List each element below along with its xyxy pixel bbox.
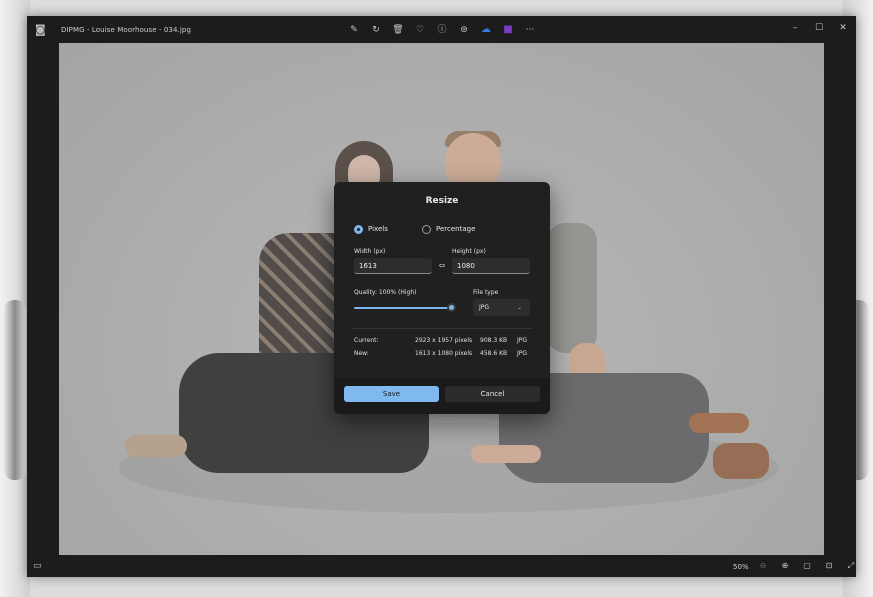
percentage-option[interactable]: Percentage (422, 223, 475, 235)
delete-icon[interactable]: 🗑 (391, 23, 405, 37)
photos-app-icon: ◙ (35, 23, 46, 36)
quality-slider-thumb[interactable] (447, 303, 456, 312)
pixels-radio[interactable] (354, 224, 363, 234)
background-figure-left (4, 300, 26, 480)
new-label: New: (354, 350, 369, 357)
window-controls: – ☐ ✕ (788, 21, 850, 35)
zoom-controls: ⊖ ⊕ ▢ ⊡ ⤢ (757, 560, 857, 572)
image-toolbar: ✎ ↻ 🗑 ♡ ⓘ ⊜ ☁ ■ ··· (347, 23, 537, 37)
more-icon[interactable]: ··· (523, 23, 537, 37)
quality-slider-track[interactable] (354, 307, 452, 309)
rotate-icon[interactable]: ↻ (369, 23, 383, 37)
resize-dialog: Resize Pixels Percentage Width (px) 1613… (334, 182, 550, 414)
file-type-value: JPG (479, 304, 490, 311)
clipchamp-icon[interactable]: ■ (501, 23, 515, 37)
edit-with-icon[interactable]: ⊜ (457, 23, 471, 37)
zoom-out-icon[interactable]: ⊖ (757, 560, 769, 572)
current-dimensions: 2923 x 1957 pixels (415, 337, 473, 344)
height-label: Height (px) (452, 248, 486, 255)
dialog-title: Resize (425, 196, 459, 206)
height-input[interactable]: 1080 (452, 258, 530, 274)
width-label: Width (px) (354, 248, 386, 255)
dialog-footer: Save Cancel (334, 378, 550, 414)
new-size: 458.6 KB (480, 350, 508, 357)
new-dimensions: 1613 x 1080 pixels (415, 350, 473, 357)
heart-icon[interactable]: ♡ (413, 23, 427, 37)
link-aspect-icon[interactable]: ⇔ (437, 261, 447, 271)
save-button[interactable]: Save (344, 386, 439, 402)
maximize-icon[interactable]: ☐ (812, 21, 826, 35)
file-type-select[interactable]: JPG ⌄ (473, 299, 530, 316)
zoom-level: 50% (733, 563, 749, 571)
filmstrip-icon[interactable]: ▭ (33, 560, 45, 572)
window-title: DIPMG - Louise Moorhouse - 034.jpg (61, 26, 191, 34)
status-bar: ▭ 50% ⊖ ⊕ ▢ ⊡ ⤢ (27, 556, 856, 577)
current-label: Current: (354, 337, 379, 344)
edit-icon[interactable]: ✎ (347, 23, 361, 37)
fit-icon[interactable]: ⊡ (823, 560, 835, 572)
actual-size-icon[interactable]: ▢ (801, 560, 813, 572)
onedrive-icon[interactable]: ☁ (479, 23, 493, 37)
new-type: JPG (517, 350, 528, 357)
current-size: 908.3 KB (480, 337, 508, 344)
info-icon[interactable]: ⓘ (435, 23, 449, 37)
cancel-button[interactable]: Cancel (445, 386, 540, 402)
percentage-radio[interactable] (422, 224, 431, 234)
pixels-option[interactable]: Pixels (354, 223, 388, 235)
close-icon[interactable]: ✕ (836, 21, 850, 35)
fullscreen-icon[interactable]: ⤢ (845, 560, 857, 572)
title-bar: ◙ DIPMG - Louise Moorhouse - 034.jpg ✎ ↻… (27, 16, 856, 44)
quality-label: Quality: 100% (High) (354, 289, 417, 296)
width-input[interactable]: 1613 (354, 258, 432, 274)
current-type: JPG (517, 337, 528, 344)
percentage-label: Percentage (436, 225, 476, 233)
dialog-divider (352, 328, 532, 329)
minimize-icon[interactable]: – (788, 21, 802, 35)
file-type-label: File type (473, 289, 499, 296)
pixels-label: Pixels (368, 225, 388, 233)
zoom-in-icon[interactable]: ⊕ (779, 560, 791, 572)
desktop-background-left (0, 0, 30, 597)
chevron-down-icon: ⌄ (516, 304, 522, 311)
